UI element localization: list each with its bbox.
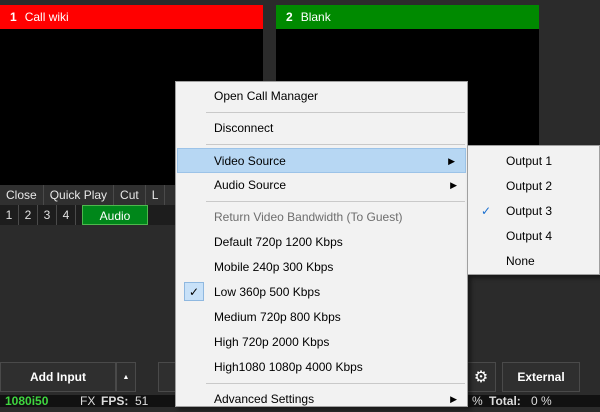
bandwidth-high1080-item[interactable]: High1080 1080p 4000 Kbps <box>176 355 467 380</box>
input-1-button-row: Close Quick Play Cut L <box>0 185 180 205</box>
add-input-dropdown-button[interactable]: ▲ <box>116 362 136 392</box>
output-2-item[interactable]: Output 2 <box>468 174 599 199</box>
input-2-title-bar[interactable]: 2 Blank <box>276 5 539 29</box>
overlay-2-button[interactable]: 2 <box>19 205 38 225</box>
fps-label: FPS: <box>101 394 129 408</box>
input-1-controls: Close Quick Play Cut L 1 2 3 4 Audio <box>0 185 180 225</box>
menu-item-label: Video Source <box>214 154 286 168</box>
output-4-item[interactable]: Output 4 <box>468 224 599 249</box>
bandwidth-default-item[interactable]: Default 720p 1200 Kbps <box>176 230 467 255</box>
menu-item-label: Output 1 <box>506 154 553 168</box>
menu-item-label: Disconnect <box>214 121 274 135</box>
add-input-button[interactable]: Add Input <box>0 362 116 392</box>
return-video-bandwidth-header: Return Video Bandwidth (To Guest) <box>176 205 467 230</box>
menu-item-label: Return Video Bandwidth (To Guest) <box>214 210 403 224</box>
video-source-item[interactable]: Video Source ▶ <box>177 148 466 173</box>
total-value: 0 % <box>531 394 552 408</box>
menu-item-label: Audio Source <box>214 178 287 192</box>
overlay-1-button[interactable]: 1 <box>0 205 19 225</box>
format-label: 1080i50 <box>5 394 49 408</box>
context-menu: Open Call Manager Disconnect Video Sourc… <box>175 81 468 407</box>
fx-label: FX <box>80 394 96 408</box>
disconnect-item[interactable]: Disconnect <box>176 116 467 141</box>
fps-value: 51 <box>135 394 149 408</box>
snapshot-button[interactable] <box>158 362 176 392</box>
menu-separator <box>206 201 465 202</box>
caret-up-icon: ▲ <box>122 373 130 381</box>
open-call-manager-item[interactable]: Open Call Manager <box>176 84 467 109</box>
input-2-number: 2 <box>286 10 293 24</box>
menu-item-label: High 720p 2000 Kbps <box>214 335 330 349</box>
submenu-arrow-icon: ▶ <box>448 156 455 166</box>
video-source-submenu: Output 1 Output 2 ✓ Output 3 Output 4 No… <box>467 145 600 275</box>
overlay-4-button[interactable]: 4 <box>57 205 76 225</box>
overlay-3-button[interactable]: 3 <box>38 205 57 225</box>
loop-button[interactable]: L <box>146 185 166 205</box>
menu-item-label: High1080 1080p 4000 Kbps <box>214 360 363 374</box>
input-2-title: Blank <box>300 10 331 24</box>
gear-icon: ⚙ <box>473 369 489 386</box>
output-1-item[interactable]: Output 1 <box>468 149 599 174</box>
quick-play-button[interactable]: Quick Play <box>44 185 115 205</box>
submenu-arrow-icon: ▶ <box>450 180 457 190</box>
status-percent-fragment: % <box>472 394 483 408</box>
menu-item-label: Output 2 <box>506 179 553 193</box>
menu-item-label: Low 360p 500 Kbps <box>214 285 321 299</box>
bandwidth-mobile-item[interactable]: Mobile 240p 300 Kbps <box>176 255 467 280</box>
menu-separator <box>206 383 465 384</box>
close-button[interactable]: Close <box>0 185 44 205</box>
menu-item-label: Advanced Settings <box>214 392 315 406</box>
input-1-title: Call wiki <box>24 10 69 24</box>
bandwidth-medium-item[interactable]: Medium 720p 800 Kbps <box>176 305 467 330</box>
audio-button[interactable]: Audio <box>82 205 148 225</box>
menu-separator <box>206 144 465 145</box>
input-1-number-row: 1 2 3 4 Audio <box>0 205 180 225</box>
bandwidth-high-item[interactable]: High 720p 2000 Kbps <box>176 330 467 355</box>
input-1-title-bar[interactable]: 1 Call wiki <box>0 5 263 29</box>
cut-button[interactable]: Cut <box>114 185 146 205</box>
menu-item-label: Medium 720p 800 Kbps <box>214 310 341 324</box>
output-3-item[interactable]: ✓ Output 3 <box>468 199 599 224</box>
menu-item-label: Default 720p 1200 Kbps <box>214 235 343 249</box>
checkmark-icon: ✓ <box>184 282 204 301</box>
add-input-label: Add Input <box>30 370 86 384</box>
total-label: Total: <box>489 394 521 408</box>
bandwidth-low-item[interactable]: ✓ Low 360p 500 Kbps <box>176 280 467 305</box>
audio-source-item[interactable]: Audio Source ▶ <box>176 173 467 198</box>
menu-item-label: Mobile 240p 300 Kbps <box>214 260 334 274</box>
menu-item-label: Output 4 <box>506 229 553 243</box>
none-item[interactable]: None <box>468 249 599 274</box>
advanced-settings-item[interactable]: Advanced Settings ▶ <box>176 387 467 412</box>
submenu-arrow-icon: ▶ <box>450 394 457 404</box>
menu-item-label: None <box>506 254 535 268</box>
menu-item-label: Output 3 <box>506 204 553 218</box>
external-button[interactable]: External <box>502 362 580 392</box>
external-label: External <box>517 370 565 384</box>
menu-separator <box>206 112 465 113</box>
menu-item-label: Open Call Manager <box>214 89 319 103</box>
checkmark-icon: ✓ <box>480 204 492 218</box>
input-1-number: 1 <box>10 10 17 24</box>
settings-button[interactable]: ⚙ <box>466 362 496 392</box>
